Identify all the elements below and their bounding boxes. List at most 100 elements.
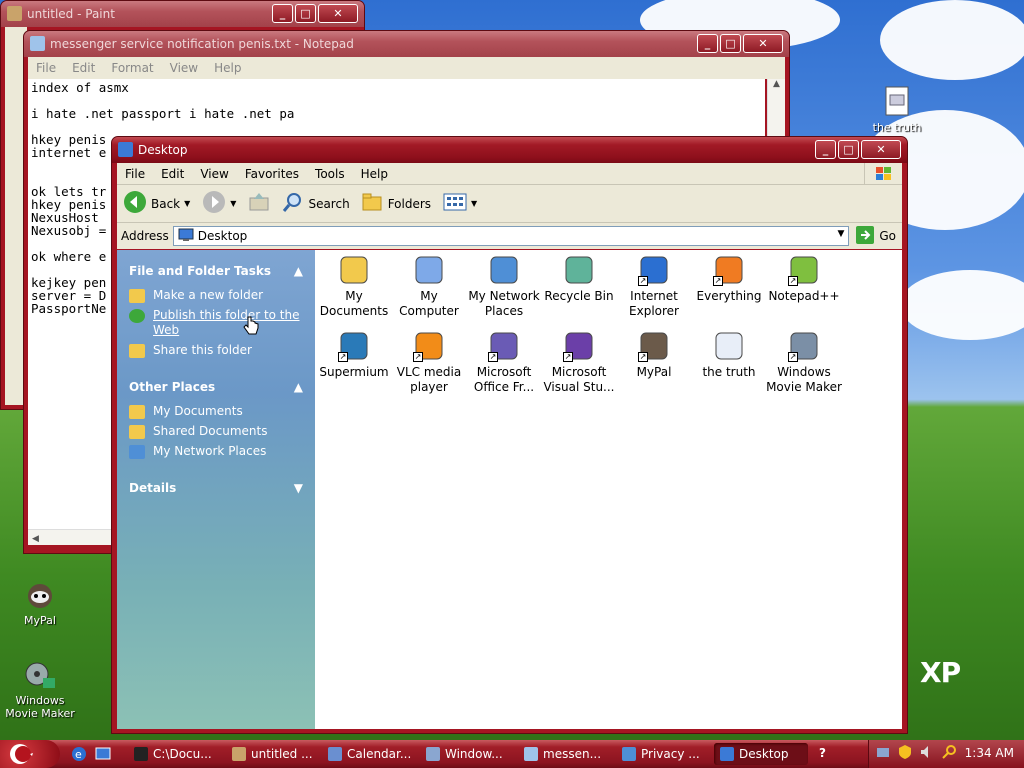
up-button[interactable] (242, 188, 276, 220)
file-item[interactable]: ↗ Microsoft Visual Stu... (541, 330, 617, 395)
maximize-button[interactable]: □ (720, 34, 741, 53)
menu-view[interactable]: View (162, 61, 206, 75)
search-button[interactable]: Search (276, 188, 355, 220)
taskbar-button-label: Privacy ... (641, 747, 700, 761)
taskbar-button[interactable]: C:\Docu... (128, 743, 222, 765)
panel-header[interactable]: Other Places ▲ (129, 380, 303, 394)
text-line (31, 120, 762, 133)
place-network[interactable]: My Network Places (129, 444, 303, 459)
forward-button[interactable]: ▼ (196, 188, 242, 220)
maximize-button[interactable]: □ (295, 4, 316, 23)
task-publish-web[interactable]: Publish this folder to the Web (129, 308, 303, 338)
file-item[interactable]: ↗ VLC media player (391, 330, 467, 395)
chevron-down-icon[interactable]: ▼ (184, 199, 190, 208)
search-tray-icon[interactable] (941, 744, 957, 760)
help-icon[interactable]: ? (819, 746, 826, 760)
back-label: Back (151, 196, 181, 211)
close-button[interactable]: ✕ (743, 34, 783, 53)
views-button[interactable]: ▼ (437, 188, 483, 220)
file-item[interactable]: My Computer (391, 254, 467, 319)
file-item[interactable]: ↗ Everything (691, 254, 767, 304)
place-my-documents[interactable]: My Documents (129, 404, 303, 419)
menu-format[interactable]: Format (103, 61, 161, 75)
taskbar-button[interactable]: Privacy ... (616, 743, 710, 765)
panel-header[interactable]: File and Folder Tasks ▲ (129, 264, 303, 278)
taskbar-button[interactable]: Calendar... (322, 743, 416, 765)
volume-icon[interactable] (919, 744, 935, 760)
menu-file[interactable]: File (117, 167, 153, 181)
taskbar-button-label: Calendar... (347, 747, 412, 761)
network-icon (488, 254, 520, 286)
collapse-icon[interactable]: ▲ (294, 264, 303, 278)
file-item[interactable]: ↗ Windows Movie Maker (766, 330, 842, 395)
place-shared-documents[interactable]: Shared Documents (129, 424, 303, 439)
hand-cursor-icon (243, 316, 259, 339)
minimize-button[interactable]: _ (272, 4, 293, 23)
paint-titlebar[interactable]: untitled - Paint _ □ ✕ (1, 1, 364, 27)
windows-logo-icon (864, 162, 902, 185)
file-item[interactable]: Recycle Bin (541, 254, 617, 304)
my-documents-icon (129, 405, 145, 419)
close-button[interactable]: ✕ (861, 140, 901, 159)
security-shield-icon[interactable] (897, 744, 913, 760)
collapse-icon[interactable]: ▲ (294, 380, 303, 394)
file-item[interactable]: My Documents (316, 254, 392, 319)
back-button[interactable]: Back ▼ (117, 188, 196, 220)
minimize-button[interactable]: _ (815, 140, 836, 159)
expand-icon[interactable]: ▼ (294, 481, 303, 495)
taskbar-button[interactable]: Window... (420, 743, 514, 765)
menu-file[interactable]: File (28, 61, 64, 75)
desktop-icon (720, 747, 734, 761)
file-list-view[interactable]: My Documents My Computer My Network Places… (315, 250, 902, 729)
menu-edit[interactable]: Edit (64, 61, 103, 75)
start-button[interactable] (0, 740, 60, 768)
menu-view[interactable]: View (192, 167, 236, 181)
chevron-down-icon[interactable]: ▼ (230, 199, 236, 208)
clock[interactable]: 1:34 AM (965, 746, 1014, 760)
go-button[interactable]: Go (849, 225, 902, 248)
taskbar-button[interactable]: untitled ... (226, 743, 320, 765)
show-desktop-icon[interactable] (94, 745, 112, 766)
file-item[interactable]: ↗ Notepad++ (766, 254, 842, 304)
panel-title: File and Folder Tasks (129, 264, 272, 278)
desktop-icon-label: the truth (872, 121, 922, 134)
panel-header[interactable]: Details ▼ (129, 481, 303, 495)
explorer-titlebar[interactable]: Desktop _ □ ✕ (112, 137, 907, 163)
visual-studio-icon: ↗ (563, 330, 595, 362)
desktop-icon-the-truth[interactable]: the truth (857, 85, 937, 134)
minimize-button[interactable]: _ (697, 34, 718, 53)
file-item[interactable]: the truth (691, 330, 767, 380)
internet-explorer-icon[interactable]: e (70, 745, 88, 766)
task-share-folder[interactable]: Share this folder (129, 343, 303, 358)
address-dropdown-icon[interactable]: ▼ (837, 229, 844, 239)
file-item[interactable]: ↗ Microsoft Office Fr... (466, 330, 542, 395)
mypal-icon (23, 578, 57, 612)
close-button[interactable]: ✕ (318, 4, 358, 23)
chevron-down-icon[interactable]: ▼ (471, 199, 477, 208)
paint-icon (232, 747, 246, 761)
desktop-icon-mypal[interactable]: MyPal (0, 578, 80, 627)
file-item[interactable]: My Network Places (466, 254, 542, 319)
address-input[interactable]: Desktop ▼ (172, 226, 850, 246)
taskbar-button[interactable]: Desktop (714, 743, 808, 765)
system-tray: ? 1:34 AM (819, 740, 1024, 768)
folders-button[interactable]: Folders (356, 188, 437, 220)
file-label: Recycle Bin (544, 289, 614, 303)
menu-favorites[interactable]: Favorites (237, 167, 307, 181)
maximize-button[interactable]: □ (838, 140, 859, 159)
desktop-icon-movie-maker[interactable]: Windows Movie Maker (0, 658, 80, 720)
menu-tools[interactable]: Tools (307, 167, 353, 181)
file-item[interactable]: ↗ Supermium (316, 330, 392, 380)
network-tray-icon[interactable] (875, 744, 891, 760)
task-make-folder[interactable]: Make a new folder (129, 288, 303, 303)
menu-help[interactable]: Help (206, 61, 249, 75)
menu-help[interactable]: Help (353, 167, 396, 181)
menu-edit[interactable]: Edit (153, 167, 192, 181)
computer-icon (413, 254, 445, 286)
taskbar-button[interactable]: messen... (518, 743, 612, 765)
notepad-titlebar[interactable]: messenger service notification penis.txt… (24, 31, 789, 57)
file-label: Windows Movie Maker (766, 365, 842, 394)
file-item[interactable]: ↗ MyPal (616, 330, 692, 380)
explorer-window[interactable]: Desktop _ □ ✕ File Edit View Favorites T… (111, 136, 908, 734)
file-item[interactable]: ↗ Internet Explorer (616, 254, 692, 319)
